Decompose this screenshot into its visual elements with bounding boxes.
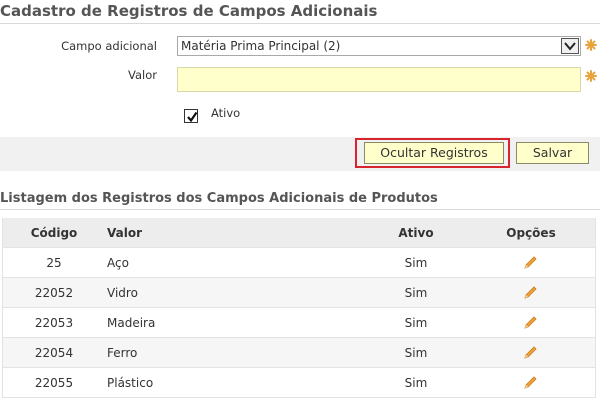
salvar-button[interactable]: Salvar xyxy=(516,142,589,164)
valor-input[interactable] xyxy=(177,67,581,92)
list-title-divider xyxy=(0,209,600,210)
valor-label: Valor xyxy=(128,68,157,82)
registros-table: Código Valor Ativo Opções 25 Aço Sim 220… xyxy=(2,218,596,398)
list-title: Listagem dos Registros dos Campos Adicio… xyxy=(0,191,438,206)
valor-cell: Madeira xyxy=(107,316,156,330)
table-row: 25 Aço Sim xyxy=(3,248,595,278)
pencil-edit-icon[interactable] xyxy=(522,285,538,301)
action-bar xyxy=(0,137,600,171)
chevron-down-icon xyxy=(564,42,576,51)
table-header-row: Código Valor Ativo Opções xyxy=(3,218,595,248)
table-row: 22053 Madeira Sim xyxy=(3,308,595,338)
header-valor[interactable]: Valor xyxy=(107,218,142,248)
codigo-cell: 22055 xyxy=(34,376,74,390)
campo-adicional-select[interactable]: Matéria Prima Principal (2) xyxy=(177,36,581,56)
codigo-cell: 22053 xyxy=(34,316,74,330)
required-asterisk-icon xyxy=(585,70,597,82)
pencil-edit-icon[interactable] xyxy=(522,375,538,391)
pencil-edit-icon[interactable] xyxy=(522,255,538,271)
header-opcoes: Opções xyxy=(506,226,556,240)
required-asterisk-icon xyxy=(585,39,597,51)
dropdown-button[interactable] xyxy=(561,38,579,54)
header-ativo[interactable]: Ativo xyxy=(361,218,471,248)
ativo-cell: Sim xyxy=(404,256,428,270)
ativo-checkbox[interactable] xyxy=(184,109,198,123)
table-row: 22054 Ferro Sim xyxy=(3,338,595,368)
ativo-cell: Sim xyxy=(404,286,428,300)
pencil-edit-icon[interactable] xyxy=(522,345,538,361)
ativo-label: Ativo xyxy=(211,106,241,120)
codigo-cell: 22052 xyxy=(34,286,74,300)
pencil-edit-icon[interactable] xyxy=(522,315,538,331)
title-divider xyxy=(0,23,600,24)
ativo-cell: Sim xyxy=(404,376,428,390)
ativo-cell: Sim xyxy=(404,316,428,330)
table-row: 22052 Vidro Sim xyxy=(3,278,595,308)
campo-adicional-label: Campo adicional xyxy=(61,39,157,53)
ativo-cell: Sim xyxy=(404,346,428,360)
codigo-cell: 25 xyxy=(46,256,62,270)
valor-cell: Vidro xyxy=(107,286,138,300)
ocultar-registros-button[interactable]: Ocultar Registros xyxy=(364,142,504,164)
valor-cell: Aço xyxy=(107,256,129,270)
check-icon xyxy=(187,111,198,123)
page-title: Cadastro de Registros de Campos Adiciona… xyxy=(0,2,378,20)
header-codigo[interactable]: Código xyxy=(3,218,105,248)
table-row: 22055 Plástico Sim xyxy=(3,368,595,398)
valor-cell: Plástico xyxy=(107,376,154,390)
codigo-cell: 22054 xyxy=(34,346,74,360)
valor-cell: Ferro xyxy=(107,346,138,360)
campo-adicional-value: Matéria Prima Principal (2) xyxy=(181,39,341,53)
